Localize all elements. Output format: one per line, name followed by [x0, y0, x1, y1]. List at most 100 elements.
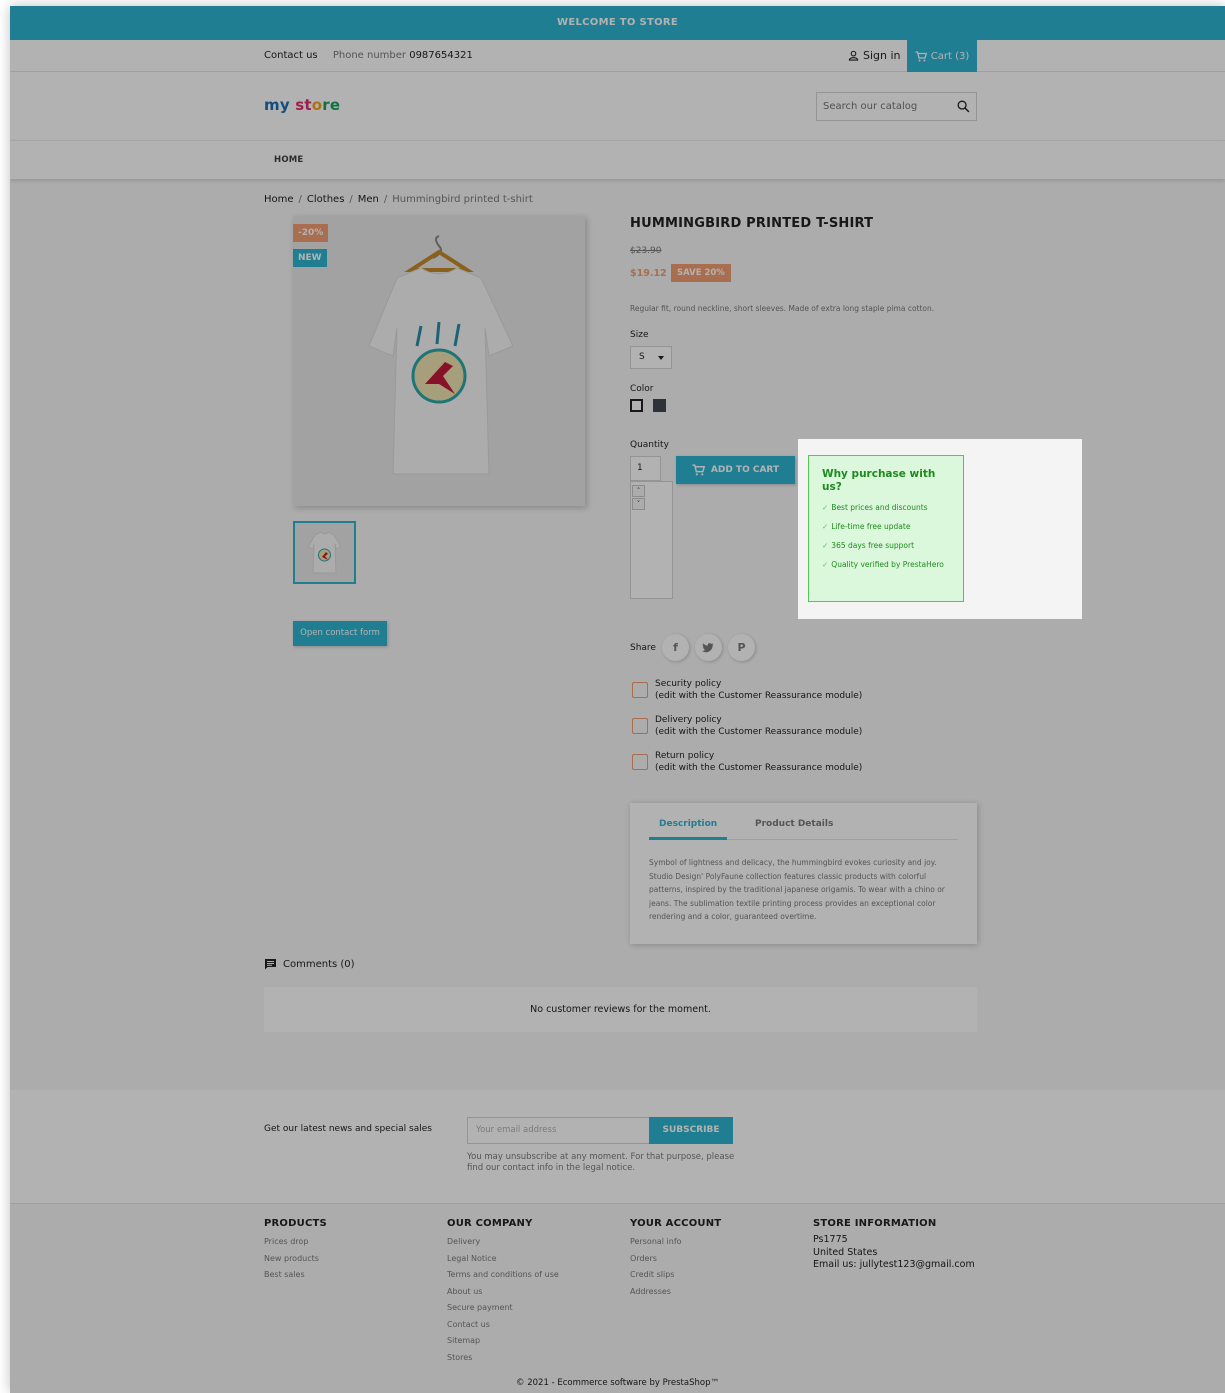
footer-heading: PRODUCTS — [264, 1218, 327, 1229]
contact-info: Contact us Phone number 0987654321 — [264, 50, 473, 61]
why-item-text: Best prices and discounts — [831, 503, 928, 512]
tab-header: Description Product Details — [649, 819, 958, 840]
tab-description-content: Symbol of lightness and delicacy, the hu… — [649, 858, 945, 921]
size-label: Size — [630, 330, 649, 340]
search-input[interactable] — [817, 93, 947, 120]
why-item: ✓ 365 days free support — [822, 540, 957, 551]
footer-link[interactable]: Addresses — [630, 1284, 721, 1301]
twitter-icon[interactable] — [694, 634, 722, 661]
no-reviews-message: No customer reviews for the moment. — [264, 987, 977, 1032]
pinterest-icon[interactable]: P — [727, 634, 755, 661]
footer-link[interactable]: Personal info — [630, 1234, 721, 1251]
user-icon — [848, 50, 859, 61]
footer-link[interactable]: Terms and conditions of use — [447, 1267, 559, 1284]
footer-store-info: STORE INFORMATION Ps1775 United States E… — [813, 1218, 975, 1272]
reassurance-title: Return policy — [655, 751, 715, 761]
comments-heading: Comments (0) — [264, 958, 355, 970]
logo-part: st — [289, 96, 312, 114]
footer-heading: OUR COMPANY — [447, 1218, 533, 1229]
reassurance-title: Delivery policy — [655, 715, 722, 725]
why-purchase-highlight: Why purchase with us? ✓ Best prices and d… — [798, 439, 1082, 619]
footer-account: YOUR ACCOUNT Personal info Orders Credit… — [630, 1218, 721, 1300]
footer-link[interactable]: Contact us — [447, 1317, 559, 1334]
footer-link[interactable]: Credit slips — [630, 1267, 721, 1284]
footer-link[interactable]: Stores — [447, 1350, 559, 1367]
reassurance-return: Return policy (edit with the Customer Rea… — [632, 750, 862, 774]
reassurance-subtitle: (edit with the Customer Reassurance modu… — [655, 691, 863, 701]
quantity-input[interactable]: 1 — [630, 456, 661, 481]
facebook-icon[interactable]: f — [661, 634, 689, 661]
tab-description[interactable]: Description — [649, 819, 728, 840]
cart-button[interactable]: Cart (3) — [907, 40, 977, 72]
product-thumbnail[interactable] — [293, 521, 356, 584]
main-menu: HOME — [10, 140, 1225, 179]
phone-number: 0987654321 — [409, 50, 473, 61]
store-logo[interactable]: my store — [264, 96, 340, 114]
why-purchase-box: Why purchase with us? ✓ Best prices and d… — [808, 455, 964, 602]
footer-company: OUR COMPANY Delivery Legal Notice Terms … — [447, 1218, 559, 1366]
breadcrumb-men[interactable]: Men — [358, 194, 379, 205]
current-price: $19.12 — [630, 268, 667, 279]
store-email[interactable]: Email us: jullytest123@gmail.com — [813, 1259, 975, 1272]
comments-count: Comments (0) — [283, 958, 355, 970]
newsletter-note: You may unsubscribe at any moment. For t… — [467, 1152, 735, 1173]
tshirt-thumbnail-image — [307, 531, 342, 574]
newsletter-text: Get our latest news and special sales — [264, 1124, 432, 1134]
logo-part: re — [322, 96, 341, 114]
footer-link[interactable]: Prices drop — [264, 1234, 327, 1251]
quantity-increase-button[interactable]: ˄ — [632, 485, 645, 497]
breadcrumb: Home / Clothes / Men / Hummingbird printed t-s… — [264, 194, 533, 205]
footer-link[interactable]: Orders — [630, 1251, 721, 1268]
phone-info: Phone number 0987654321 — [333, 50, 473, 61]
product-cover-image[interactable]: -20% NEW — [293, 216, 585, 506]
copyright[interactable]: © 2021 - Ecommerce software by PrestaSho… — [10, 1378, 1225, 1388]
check-icon: ✓ — [822, 503, 829, 512]
newsletter-email-input[interactable]: Your email address — [467, 1117, 650, 1144]
logo-part: o — [311, 96, 323, 114]
why-item: ✓ Best prices and discounts — [822, 502, 957, 513]
footer-link[interactable]: Secure payment — [447, 1300, 559, 1317]
new-flag: NEW — [293, 249, 327, 267]
sign-in-link[interactable]: Sign in — [848, 49, 901, 62]
page-frame: WELCOME TO STORE Contact us Phone number… — [10, 6, 1225, 1393]
add-to-cart-label: ADD TO CART — [710, 465, 780, 475]
cart-label: Cart (3) — [930, 50, 970, 62]
lock-icon — [632, 682, 648, 698]
return-icon — [632, 754, 648, 770]
contact-us-link[interactable]: Contact us — [264, 50, 318, 61]
discount-flag: -20% — [293, 224, 329, 242]
size-select[interactable]: S — [630, 346, 672, 369]
footer-heading: STORE INFORMATION — [813, 1218, 937, 1229]
footer-link[interactable]: Sitemap — [447, 1333, 559, 1350]
search-box — [816, 92, 977, 121]
add-to-cart-button[interactable]: ADD TO CART — [676, 456, 795, 484]
why-item: ✓ Quality verified by PrestaHero — [822, 559, 957, 570]
chevron-down-icon — [658, 356, 664, 360]
reassurance-delivery: Delivery policy (edit with the Customer R… — [632, 714, 862, 738]
breadcrumb-home[interactable]: Home — [264, 194, 294, 205]
subscribe-button[interactable]: SUBSCRIBE — [649, 1117, 733, 1144]
breadcrumb-clothes[interactable]: Clothes — [307, 194, 345, 205]
breadcrumb-separator: / — [383, 194, 388, 205]
why-purchase-title: Why purchase with us? — [822, 468, 936, 493]
footer-link[interactable]: Legal Notice — [447, 1251, 559, 1268]
tshirt-image — [368, 235, 514, 475]
welcome-banner: WELCOME TO STORE — [10, 6, 1225, 40]
open-contact-form-button[interactable]: Open contact form — [293, 621, 387, 646]
footer-link[interactable]: Best sales — [264, 1267, 327, 1284]
why-item-text: Life-time free update — [831, 522, 911, 531]
footer-link[interactable]: About us — [447, 1284, 559, 1301]
menu-item-home[interactable]: HOME — [274, 155, 303, 165]
tab-product-details[interactable]: Product Details — [755, 819, 833, 840]
footer-link[interactable]: New products — [264, 1251, 327, 1268]
search-icon[interactable] — [957, 100, 970, 113]
color-swatch-black[interactable] — [653, 399, 666, 412]
store-info-line: United States — [813, 1246, 878, 1258]
footer-link[interactable]: Delivery — [447, 1234, 559, 1251]
newsletter: Get our latest news and special sales Yo… — [10, 1090, 1225, 1204]
color-swatch-white[interactable] — [630, 399, 643, 412]
why-item-text: Quality verified by PrestaHero — [831, 560, 944, 569]
quantity-decrease-button[interactable]: ˅ — [632, 498, 645, 510]
reassurance-subtitle: (edit with the Customer Reassurance modu… — [655, 763, 863, 773]
product-short-description: Regular fit, round neckline, short sleev… — [630, 304, 935, 313]
